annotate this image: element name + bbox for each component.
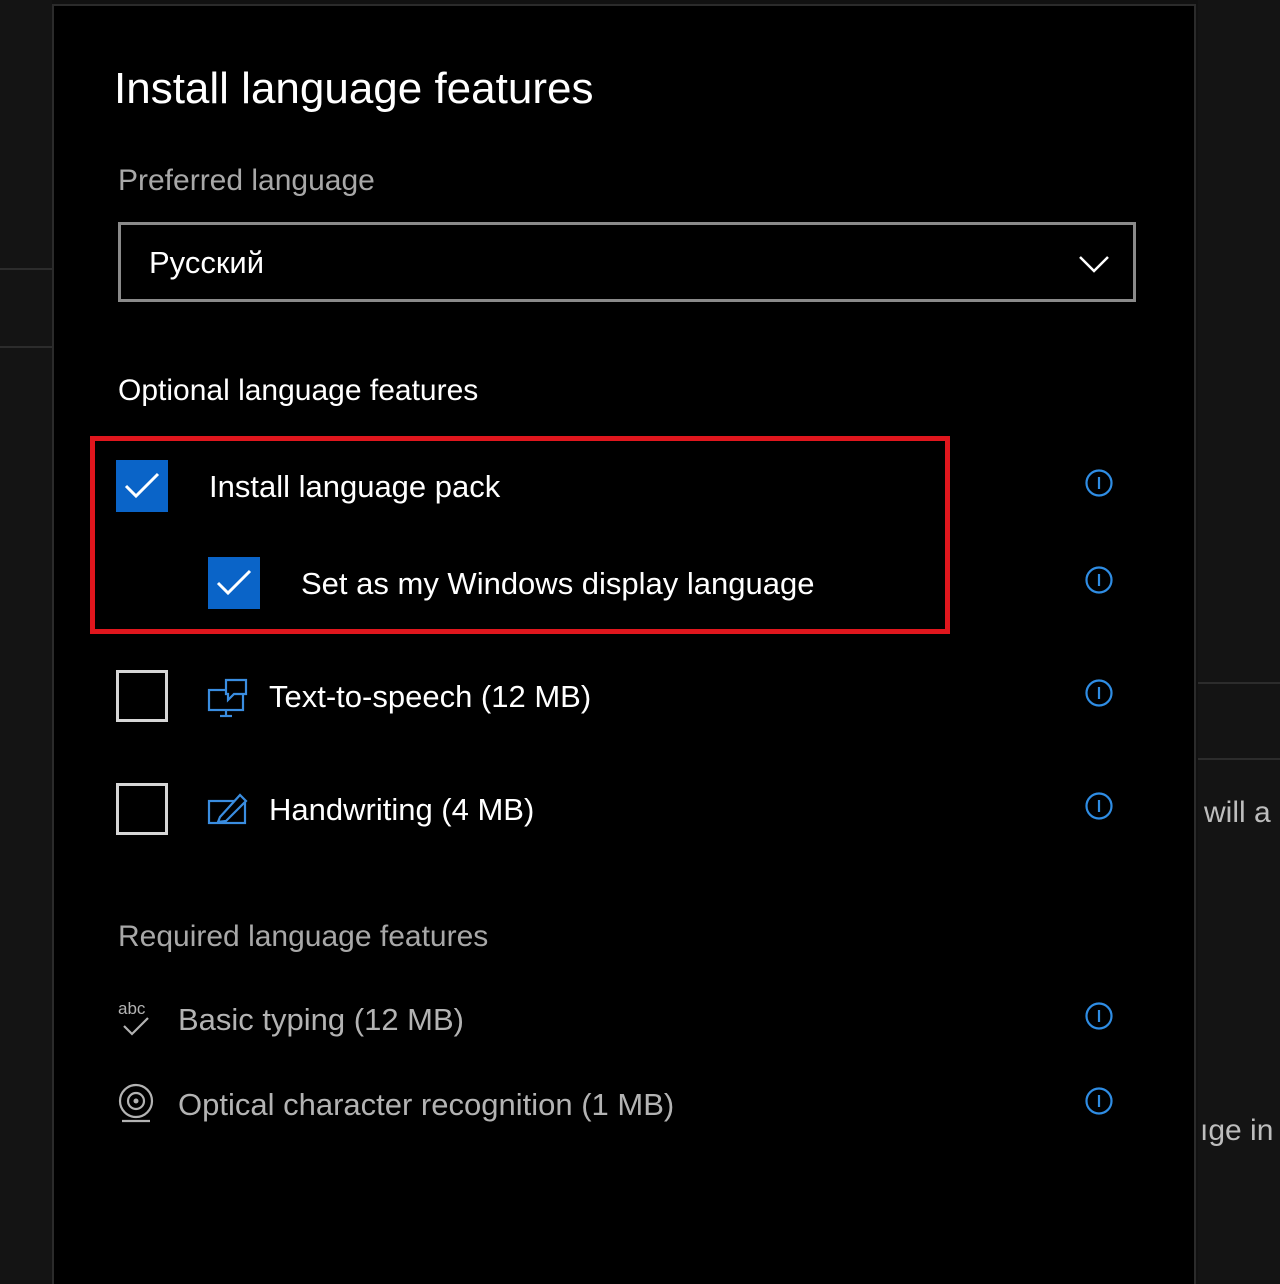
ocr-icon: [118, 1083, 154, 1123]
preferred-language-dropdown[interactable]: Русский: [118, 222, 1136, 302]
ocr-row: Optical character recognition (1 MB): [116, 1077, 1116, 1133]
basic-typing-row: abc Basic typing (12 MB): [116, 992, 1116, 1048]
background-right-panel: will a ıge in: [1198, 0, 1280, 1280]
background-divider: [0, 268, 52, 270]
info-icon[interactable]: [1084, 1086, 1114, 1116]
background-divider: [1198, 682, 1280, 684]
dialog-title: Install language features: [114, 64, 594, 113]
ocr-label: Optical character recognition (1 MB): [178, 1087, 675, 1122]
info-icon[interactable]: [1084, 468, 1114, 498]
svg-text:abc: abc: [118, 999, 146, 1018]
optional-features-label: Optional language features: [118, 374, 479, 407]
handwriting-label: Handwriting (4 MB): [269, 792, 535, 827]
required-features-label: Required language features: [118, 920, 489, 953]
background-partial-text: will a: [1204, 796, 1271, 829]
preferred-language-label: Preferred language: [118, 164, 375, 197]
background-divider: [1198, 758, 1280, 760]
text-to-speech-label: Text-to-speech (12 MB): [269, 679, 592, 714]
preferred-language-value: Русский: [149, 245, 265, 280]
background-divider: [0, 346, 52, 348]
highlight-annotation: [90, 436, 950, 634]
background-partial-text: ıge in: [1200, 1114, 1274, 1147]
handwriting-icon: [207, 793, 248, 825]
basic-typing-label: Basic typing (12 MB): [178, 1002, 464, 1037]
info-icon[interactable]: [1084, 678, 1114, 708]
handwriting-checkbox[interactable]: [116, 783, 168, 835]
text-to-speech-checkbox[interactable]: [116, 670, 168, 722]
background-left-panel: [0, 0, 52, 1280]
install-language-features-dialog: Install language features Preferred lang…: [52, 4, 1196, 1284]
info-icon[interactable]: [1084, 791, 1114, 821]
info-icon[interactable]: [1084, 1001, 1114, 1031]
text-to-speech-row: Text-to-speech (12 MB): [116, 670, 1116, 726]
speech-icon: [207, 678, 248, 718]
info-icon[interactable]: [1084, 565, 1114, 595]
chevron-down-icon: [1079, 256, 1109, 273]
handwriting-row: Handwriting (4 MB): [116, 783, 1116, 839]
basic-typing-icon: abc: [118, 999, 149, 1036]
